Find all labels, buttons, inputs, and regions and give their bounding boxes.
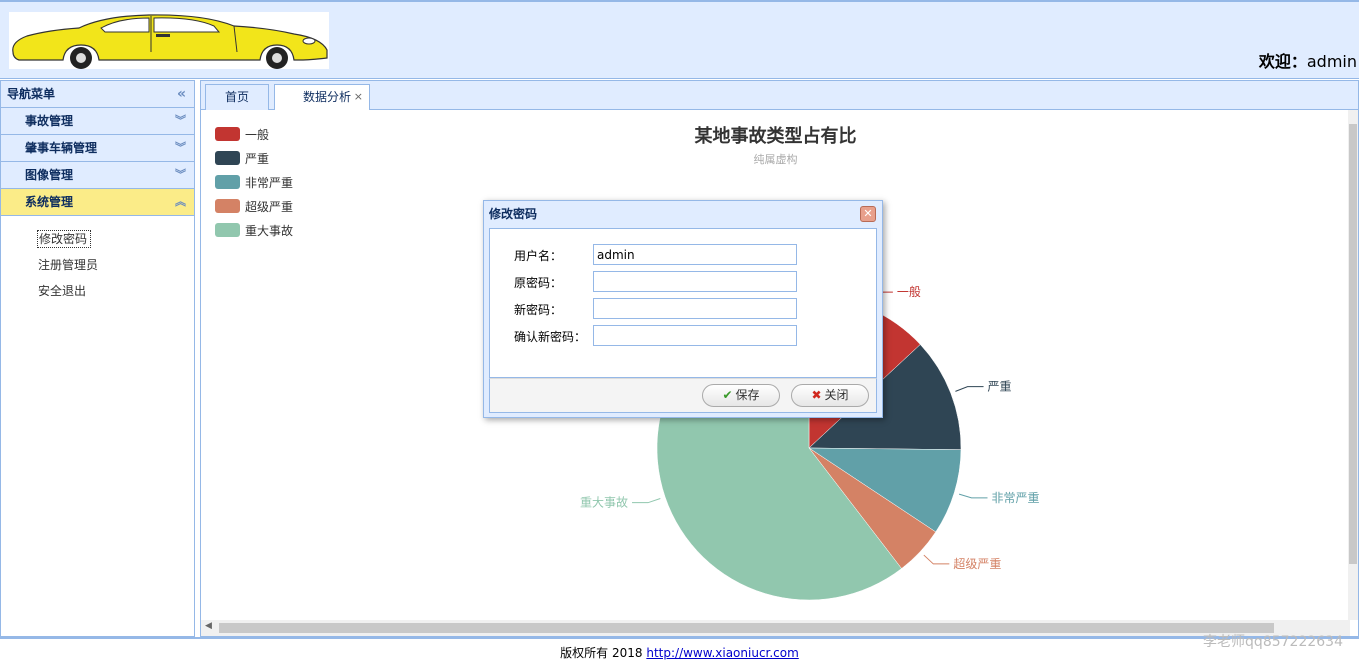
tab-home[interactable]: 首页 — [205, 84, 269, 110]
scroll-left-icon[interactable]: ◀ — [205, 621, 212, 631]
old-password-input[interactable] — [593, 271, 797, 292]
red-x-icon: ✖ — [811, 388, 822, 402]
dialog-title: 修改密码 ✕ — [484, 201, 882, 227]
watermark: 李老师qq857222634 — [1203, 634, 1343, 650]
confirm-password-input[interactable] — [593, 325, 797, 346]
username-input[interactable] — [593, 244, 797, 265]
change-password-dialog: 修改密码 ✕ 用户名： 原密码： 新密码： 确认新密码： ✔保存 ✖关闭 — [483, 200, 883, 418]
old-password-label: 原密码： — [514, 276, 563, 290]
submenu-register-admin[interactable]: 注册管理员 — [1, 256, 194, 282]
pie-slice-label: 非常严重 — [992, 491, 1040, 505]
form-row-new-password: 新密码： — [490, 298, 878, 320]
new-password-label: 新密码： — [514, 303, 563, 317]
sidebar-section-label: 图像管理 — [25, 168, 74, 182]
dialog-footer: ✔ 保存 ✖ 关闭 — [489, 378, 877, 413]
new-password-input[interactable] — [593, 298, 797, 319]
form-row-username: 用户名： — [490, 244, 878, 266]
welcome-text: 欢迎：admin — [1259, 48, 1357, 72]
scrollbar-thumb[interactable] — [219, 623, 1274, 633]
sidebar-section-vehicle[interactable]: 肇事车辆管理 ︾ — [1, 135, 194, 162]
close-tab-icon[interactable]: × — [354, 85, 363, 109]
sidebar-section-accident[interactable]: 事故管理 ︾ — [1, 108, 194, 135]
sidebar: 导航菜单 « 事故管理 ︾ 肇事车辆管理 ︾ 图像管理 ︾ 系统管理 ︽ 修改密… — [0, 80, 195, 637]
close-button[interactable]: ✖ 关闭 — [791, 384, 869, 407]
chevron-down-icon[interactable]: ︾ — [175, 108, 186, 134]
welcome-label: 欢迎： — [1258, 52, 1307, 71]
tab-label: 数据分析 — [303, 90, 352, 104]
confirm-password-label: 确认新密码： — [514, 330, 587, 344]
submenu-logout[interactable]: 安全退出 — [1, 282, 194, 308]
pie-label-line — [923, 554, 950, 565]
chevron-down-icon[interactable]: ︾ — [175, 135, 186, 161]
pie-label-line — [958, 493, 988, 499]
form-row-confirm-password: 确认新密码： — [490, 325, 878, 347]
submenu-label: 修改密码 — [37, 230, 92, 248]
dialog-title-label: 修改密码 — [489, 207, 538, 221]
system-submenu: 修改密码 注册管理员 安全退出 — [1, 216, 194, 308]
save-button-label: 保存 — [735, 388, 760, 402]
car-logo — [9, 12, 329, 69]
sidebar-title-label: 导航菜单 — [7, 87, 56, 101]
footer: 版权所有 2018 http://www.xiaoniucr.com 李老师qq… — [0, 634, 1359, 666]
checkmark-icon: ✔ — [722, 388, 733, 402]
pie-slice-label: 一般 — [897, 284, 921, 299]
close-button-label: 关闭 — [824, 388, 849, 402]
close-icon[interactable]: ✕ — [860, 206, 876, 222]
chevron-up-icon[interactable]: ︽ — [175, 189, 186, 215]
pie-slice-label: 重大事故 — [580, 495, 628, 510]
sidebar-title: 导航菜单 « — [1, 81, 194, 108]
tab-label: 首页 — [224, 90, 249, 104]
tab-data-analysis[interactable]: 数据分析 × — [274, 84, 370, 111]
footer-link[interactable]: http://www.xiaoniucr.com — [646, 646, 798, 660]
copyright-text: 版权所有 2018 — [560, 646, 647, 660]
username-label: 用户名： — [514, 249, 563, 263]
collapse-left-icon[interactable]: « — [177, 81, 186, 107]
save-button[interactable]: ✔ 保存 — [702, 384, 780, 407]
submenu-label: 安全退出 — [38, 284, 87, 298]
submenu-label: 注册管理员 — [38, 258, 99, 272]
pie-label-line — [955, 386, 984, 392]
form-row-old-password: 原密码： — [490, 271, 878, 293]
horizontal-scrollbar[interactable]: ◀ — [201, 620, 1350, 636]
submenu-change-password[interactable]: 修改密码 — [1, 230, 194, 256]
dialog-body: 用户名： 原密码： 新密码： 确认新密码： — [489, 228, 877, 378]
welcome-username: admin — [1306, 52, 1357, 71]
header: 欢迎：admin — [0, 0, 1359, 79]
sidebar-section-system[interactable]: 系统管理 ︽ — [1, 189, 194, 216]
scrollbar-thumb[interactable] — [1349, 124, 1357, 564]
sidebar-section-label: 肇事车辆管理 — [25, 141, 98, 155]
sidebar-section-label: 事故管理 — [25, 114, 74, 128]
chevron-down-icon[interactable]: ︾ — [175, 162, 186, 188]
sidebar-section-image[interactable]: 图像管理 ︾ — [1, 162, 194, 189]
vertical-scrollbar[interactable] — [1348, 110, 1358, 620]
tab-bar: 首页 数据分析 × — [200, 80, 1359, 111]
pie-label-line — [632, 498, 661, 504]
pie-slice-label: 超级严重 — [953, 556, 1001, 571]
sidebar-section-label: 系统管理 — [25, 195, 74, 209]
pie-slice-label: 严重 — [988, 380, 1012, 394]
